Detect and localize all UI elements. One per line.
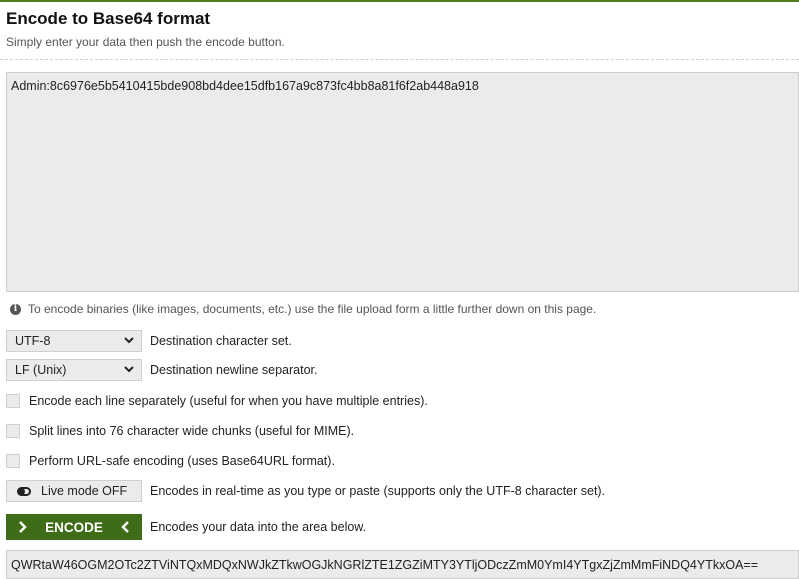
info-icon: i: [10, 303, 21, 315]
charset-selected-value: UTF-8: [15, 334, 51, 348]
charset-select[interactable]: UTF-8: [6, 330, 142, 352]
option-label: Encode each line separately (useful for …: [29, 394, 428, 408]
live-mode-description: Encodes in real-time as you type or past…: [150, 484, 606, 498]
checkbox[interactable]: [6, 394, 20, 408]
option-label: Split lines into 76 character wide chunk…: [29, 424, 355, 438]
chevron-left-icon: [121, 521, 129, 533]
info-text: To encode binaries (like images, documen…: [28, 302, 597, 316]
input-textarea[interactable]: Admin:8c6976e5b5410415bde908bd4dee15dfb1…: [6, 72, 799, 292]
option-url-safe[interactable]: Perform URL-safe encoding (uses Base64UR…: [6, 453, 335, 469]
newline-selected-value: LF (Unix): [15, 363, 67, 377]
info-note: i To encode binaries (like images, docum…: [10, 301, 596, 317]
chevron-down-icon: [124, 337, 134, 344]
output-textarea[interactable]: QWRtaW46OGM2OTc2ZTViNTQxMDQxNWJkZTkwOGJk…: [6, 550, 799, 579]
chevron-right-icon: [19, 521, 27, 533]
option-split-lines[interactable]: Split lines into 76 character wide chunk…: [6, 423, 354, 439]
newline-label: Destination newline separator.: [150, 363, 318, 377]
newline-select[interactable]: LF (Unix): [6, 359, 142, 381]
live-mode-button[interactable]: Live mode OFF: [6, 480, 142, 502]
page-subtitle: Simply enter your data then push the enc…: [6, 35, 285, 49]
encode-button-label: ENCODE: [45, 519, 103, 535]
option-label: Perform URL-safe encoding (uses Base64UR…: [29, 454, 335, 468]
encode-button[interactable]: ENCODE: [6, 514, 142, 540]
charset-label: Destination character set.: [150, 334, 292, 348]
chevron-down-icon: [124, 366, 134, 373]
page-title: Encode to Base64 format: [6, 9, 211, 28]
live-mode-label: Live mode OFF: [41, 484, 128, 498]
top-accent-line: [0, 0, 799, 2]
toggle-icon: [17, 486, 31, 496]
checkbox[interactable]: [6, 424, 20, 438]
divider: [0, 59, 799, 60]
option-encode-each-line[interactable]: Encode each line separately (useful for …: [6, 393, 428, 409]
checkbox[interactable]: [6, 454, 20, 468]
encode-description: Encodes your data into the area below.: [150, 520, 367, 534]
